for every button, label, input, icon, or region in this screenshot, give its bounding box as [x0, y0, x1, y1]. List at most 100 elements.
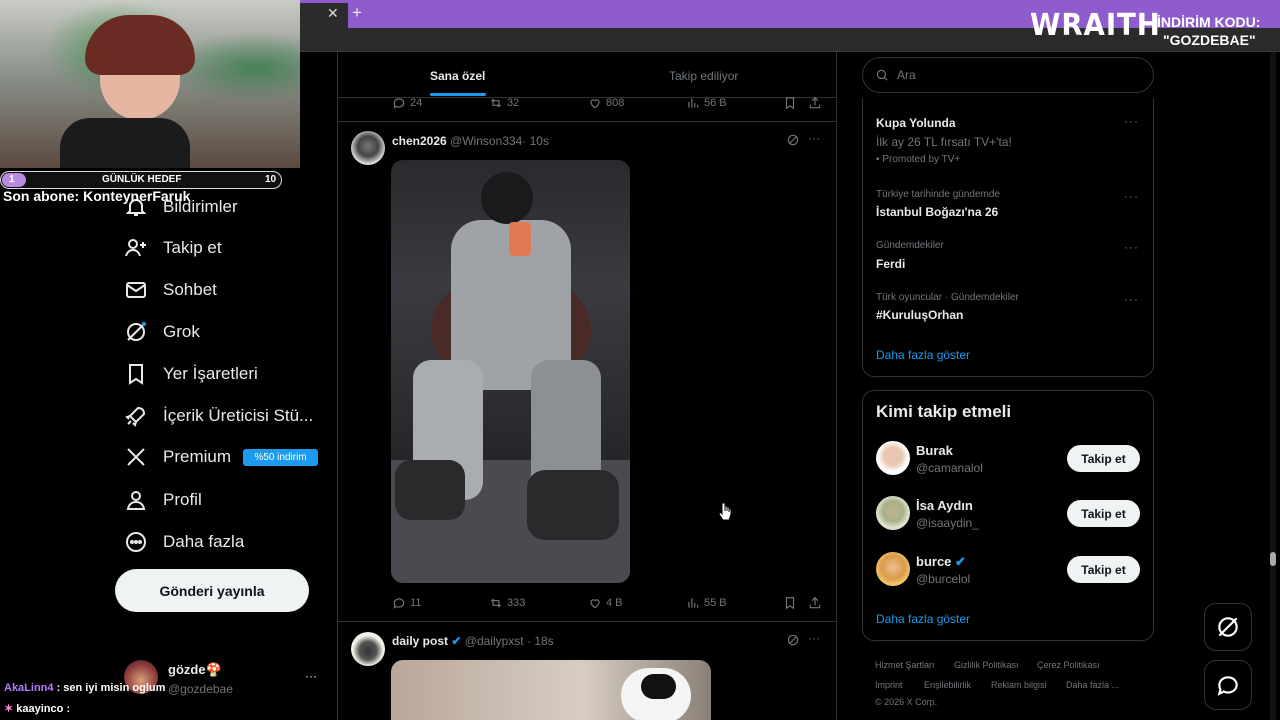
- browser-tab[interactable]: [300, 3, 348, 28]
- footer-link[interactable]: Daha fazla ...: [1066, 680, 1119, 690]
- suggestion-avatar[interactable]: [876, 441, 910, 475]
- footer-link[interactable]: Gizlilik Politikası: [954, 660, 1019, 670]
- more-options-icon[interactable]: ···: [1124, 114, 1139, 128]
- follow-button[interactable]: Takip et: [1067, 445, 1140, 472]
- share-icon[interactable]: [808, 596, 822, 610]
- nav-grok[interactable]: Grok: [124, 317, 200, 347]
- promoted-icon: ▪: [876, 154, 880, 165]
- messages-fab-button[interactable]: [1204, 660, 1252, 710]
- trends-show-more-link[interactable]: Daha fazla göster: [876, 348, 970, 362]
- scrollbar-track[interactable]: [1270, 52, 1276, 720]
- reply-icon: [393, 98, 405, 109]
- more-options-icon[interactable]: ···: [1124, 292, 1139, 306]
- like-button[interactable]: 4 B: [588, 596, 623, 610]
- post-author[interactable]: chen2026 @Winson334· 10s: [392, 134, 549, 148]
- grok-explain-icon[interactable]: [786, 133, 800, 147]
- more-options-icon[interactable]: ···: [808, 631, 820, 645]
- divider: [338, 121, 836, 122]
- new-tab-icon[interactable]: +: [352, 3, 362, 23]
- account-menu-icon[interactable]: ···: [305, 669, 317, 683]
- goal-current: 1: [9, 174, 15, 185]
- repost-button[interactable]: 333: [489, 596, 525, 610]
- suggestion-handle[interactable]: @burcelol: [916, 572, 970, 586]
- tab-for-you[interactable]: Sana özel: [430, 69, 485, 83]
- grok-icon: [1218, 617, 1238, 637]
- post-button[interactable]: Gönderi yayınla: [115, 569, 309, 612]
- avatar[interactable]: [351, 131, 385, 165]
- goal-target: 10: [265, 174, 277, 185]
- suggestion-avatar[interactable]: [876, 496, 910, 530]
- reply-button[interactable]: 11: [392, 596, 421, 610]
- nav-creator-studio[interactable]: İçerik Üreticisi Stü...: [124, 401, 313, 431]
- post-media-image[interactable]: [391, 660, 711, 720]
- nav-bookmarks[interactable]: Yer İşaretleri: [124, 359, 258, 389]
- copyright: © 2026 X Corp.: [875, 697, 938, 707]
- views-button[interactable]: 56 B: [686, 96, 727, 110]
- reply-button[interactable]: 24: [392, 96, 422, 110]
- footer-link[interactable]: Erişilebilirlik: [924, 680, 971, 690]
- x-logo-icon: [127, 448, 145, 466]
- bookmark-icon[interactable]: [783, 596, 797, 610]
- trend-title[interactable]: Kupa Yolunda: [876, 116, 956, 130]
- nav-premium[interactable]: Premium: [124, 442, 231, 472]
- trend-title[interactable]: #KuruluşOrhan: [876, 308, 963, 322]
- more-options-icon[interactable]: ···: [1124, 189, 1139, 203]
- bookmark-icon[interactable]: [783, 96, 797, 110]
- avatar[interactable]: [351, 632, 385, 666]
- like-button[interactable]: 808: [588, 96, 624, 110]
- bookmark-icon: [129, 364, 143, 385]
- nav-follow[interactable]: Takip et: [124, 233, 222, 263]
- tab-following[interactable]: Takip ediliyor: [669, 69, 738, 83]
- suggestion-handle[interactable]: @camanalol: [916, 461, 983, 475]
- suggestion-handle[interactable]: @isaaydin_: [916, 516, 979, 530]
- trend-subtitle: İlk ay 26 TL fırsatı TV+'ta!: [876, 135, 1012, 149]
- repost-button[interactable]: 32: [489, 96, 519, 110]
- follow-button[interactable]: Takip et: [1067, 556, 1140, 583]
- grok-explain-icon[interactable]: [786, 633, 800, 647]
- views-icon: [688, 98, 699, 108]
- trend-meta: Türk oyuncular · Gündemdekiler: [876, 292, 1019, 303]
- search-input[interactable]: Ara: [862, 57, 1154, 93]
- search-placeholder: Ara: [897, 68, 916, 82]
- footer-link[interactable]: Reklam bilgisi: [991, 680, 1047, 690]
- who-to-follow-title: Kimi takip etmeli: [876, 402, 1012, 421]
- share-icon[interactable]: [808, 96, 822, 110]
- streamer-hair: [85, 15, 195, 75]
- post-media-image[interactable]: [391, 160, 630, 583]
- follow-show-more-link[interactable]: Daha fazla göster: [876, 612, 970, 626]
- grok-fab-button[interactable]: [1204, 603, 1252, 651]
- webcam-overlay: [0, 0, 300, 168]
- suggestion-name[interactable]: İsa Aydın: [916, 498, 973, 513]
- footer-link[interactable]: Imprint: [875, 680, 903, 690]
- suggestion-name[interactable]: Burak: [916, 443, 953, 458]
- verified-badge-icon: ✔: [451, 634, 462, 648]
- promo-label: İNDİRİM KODU:: [1157, 14, 1261, 30]
- suggestion-name[interactable]: burce ✔: [916, 554, 966, 570]
- follow-button[interactable]: Takip et: [1067, 500, 1140, 527]
- active-tab-indicator: [430, 93, 486, 96]
- nav-profile[interactable]: Profil: [124, 485, 202, 515]
- more-options-icon[interactable]: ···: [808, 131, 820, 145]
- footer-link[interactable]: Çerez Politikası: [1037, 660, 1100, 670]
- footer-link[interactable]: Hizmet Şartları: [875, 660, 935, 670]
- chat-bubble-icon: [1217, 676, 1238, 696]
- trend-title[interactable]: Ferdi: [876, 257, 905, 271]
- suggestion-avatar[interactable]: [876, 552, 910, 586]
- nav-more[interactable]: Daha fazla: [124, 527, 244, 557]
- nav-messages[interactable]: Sohbet: [124, 275, 217, 305]
- daily-goal-bar: 1 GÜNLÜK HEDEF 10: [0, 171, 282, 189]
- more-circle-icon: [126, 532, 146, 552]
- goal-label: GÜNLÜK HEDEF: [102, 174, 182, 185]
- tab-close-icon[interactable]: ✕: [327, 5, 339, 22]
- views-button[interactable]: 55 B: [686, 596, 727, 610]
- scrollbar-thumb[interactable]: [1270, 552, 1276, 566]
- premium-discount-badge[interactable]: %50 indirim: [243, 449, 318, 466]
- post-author[interactable]: daily post ✔ @dailypxst · 18s: [392, 634, 554, 648]
- account-name[interactable]: gözde🍄: [168, 662, 222, 678]
- trend-title[interactable]: İstanbul Boğazı'na 26: [876, 205, 998, 219]
- repost-icon: [490, 98, 502, 108]
- sponsor-logo: WRAITH: [1030, 8, 1161, 43]
- divider: [338, 621, 836, 622]
- account-handle[interactable]: @gozdebae: [168, 682, 233, 696]
- more-options-icon[interactable]: ···: [1124, 240, 1139, 254]
